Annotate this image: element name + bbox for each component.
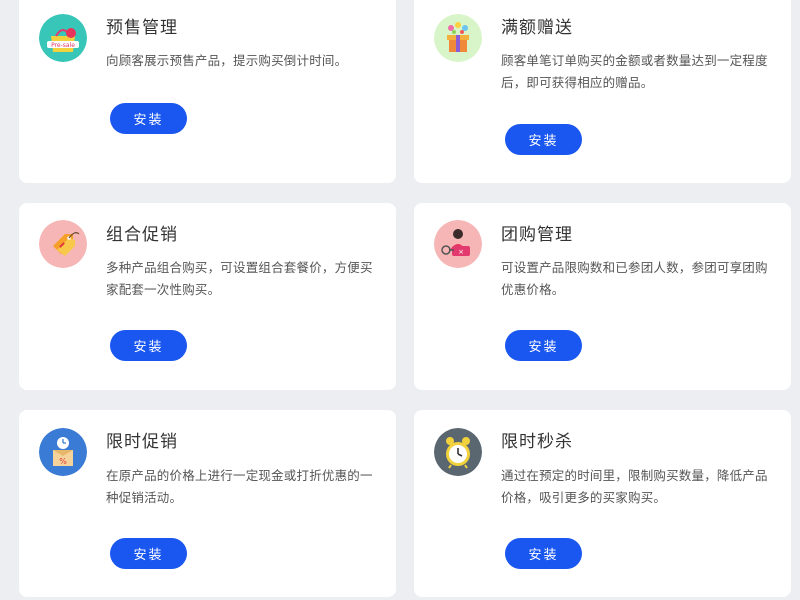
plugin-card-gift: 满额赠送 顾客单笔订单购买的金额或者数量达到一定程度后，即可获得相应的赠品。 安… <box>414 0 791 183</box>
plugin-title: 限时促销 <box>106 432 178 452</box>
install-button[interactable]: 安装 <box>110 330 187 361</box>
alarm-clock-icon <box>434 428 482 476</box>
plugin-card-flash-sale: 限时秒杀 通过在预定的时间里，限制购买数量，降低产品价格，吸引更多的买家购买。 … <box>414 410 791 597</box>
pre-sale-icon: Pre-sale <box>39 14 87 62</box>
plugin-description: 在原产品的价格上进行一定现金或打折优惠的一种促销活动。 <box>106 468 373 505</box>
plugin-title: 满额赠送 <box>501 18 573 38</box>
install-button[interactable]: 安装 <box>505 124 582 155</box>
plugin-title: 限时秒杀 <box>501 432 573 452</box>
timed-discount-icon: % <box>39 428 87 476</box>
plugin-description: 多种产品组合购买，可设置组合套餐价，方便买家配套一次性购买。 <box>106 260 373 297</box>
plugin-title: 组合促销 <box>106 225 178 245</box>
svg-text:%: % <box>59 457 67 466</box>
plugin-description: 可设置产品限购数和已参团人数，参团可享团购优惠价格。 <box>501 260 768 297</box>
svg-text:×: × <box>458 248 464 256</box>
plugin-description: 顾客单笔订单购买的金额或者数量达到一定程度后，即可获得相应的赠品。 <box>501 53 768 90</box>
plugin-card-timed-discount: % 限时促销 在原产品的价格上进行一定现金或打折优惠的一种促销活动。 安装 <box>19 410 396 597</box>
install-button[interactable]: 安装 <box>110 538 187 569</box>
price-tag-icon <box>39 220 87 268</box>
install-button[interactable]: 安装 <box>505 538 582 569</box>
plugin-title: 团购管理 <box>501 225 573 245</box>
svg-text:Pre-sale: Pre-sale <box>51 42 75 49</box>
plugin-description: 通过在预定的时间里，限制购买数量，降低产品价格，吸引更多的买家购买。 <box>501 468 768 505</box>
gift-icon <box>434 14 482 62</box>
plugin-card-bundle: 组合促销 多种产品组合购买，可设置组合套餐价，方便买家配套一次性购买。 安装 <box>19 203 396 390</box>
plugin-title: 预售管理 <box>106 18 178 38</box>
install-button[interactable]: 安装 <box>505 330 582 361</box>
plugin-card-group-buy: × 团购管理 可设置产品限购数和已参团人数，参团可享团购优惠价格。 安装 <box>414 203 791 390</box>
group-buy-icon: × <box>434 220 482 268</box>
plugin-description: 向顾客展示预售产品，提示购买倒计时间。 <box>106 53 348 68</box>
install-button[interactable]: 安装 <box>110 103 187 134</box>
plugin-card-presale: Pre-sale 预售管理 向顾客展示预售产品，提示购买倒计时间。 安装 <box>19 0 396 183</box>
